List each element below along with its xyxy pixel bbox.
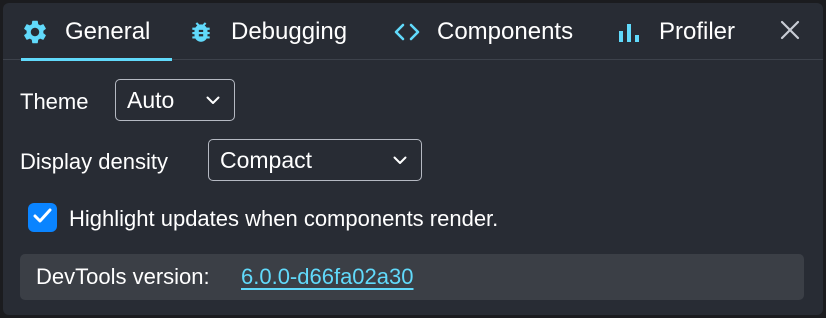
tab-label: Debugging [231,17,348,45]
chevron-down-icon [393,156,407,165]
display-density-label: Display density [20,149,168,174]
display-density-select[interactable]: Compact [208,139,422,181]
tab-label: General [65,17,151,45]
tab-profiler[interactable]: Profiler [615,3,751,60]
version-link[interactable]: 6.0.0-d66fa02a30 [241,266,414,288]
chevron-down-icon [206,96,220,105]
tab-bar: General Debugging Components Profiler [3,3,823,61]
close-button[interactable] [775,17,805,47]
close-icon [780,20,800,45]
gear-icon [21,18,49,46]
highlight-updates-checkbox[interactable] [28,203,57,232]
checkmark-icon [33,208,52,228]
tab-label: Profiler [659,17,736,45]
tab-general[interactable]: General [21,3,172,61]
highlight-updates-label: Highlight updates when components render… [69,206,499,231]
tab-label: Components [437,17,574,45]
theme-label: Theme [20,89,89,114]
tab-components[interactable]: Components [393,3,599,60]
tab-debugging[interactable]: Debugging [187,3,377,60]
selected-tab-indicator [21,58,172,61]
settings-panel: General Debugging Components Profiler Th… [3,3,823,315]
theme-select-value: Auto [127,86,175,113]
theme-select[interactable]: Auto [115,79,235,121]
version-info: DevTools version: 6.0.0-d66fa02a30 [20,254,804,300]
bar-chart-icon [615,18,643,46]
bug-icon [187,18,215,46]
display-density-select-value: Compact [220,146,313,173]
version-label: DevTools version: [36,264,210,289]
code-brackets-icon [393,18,421,46]
